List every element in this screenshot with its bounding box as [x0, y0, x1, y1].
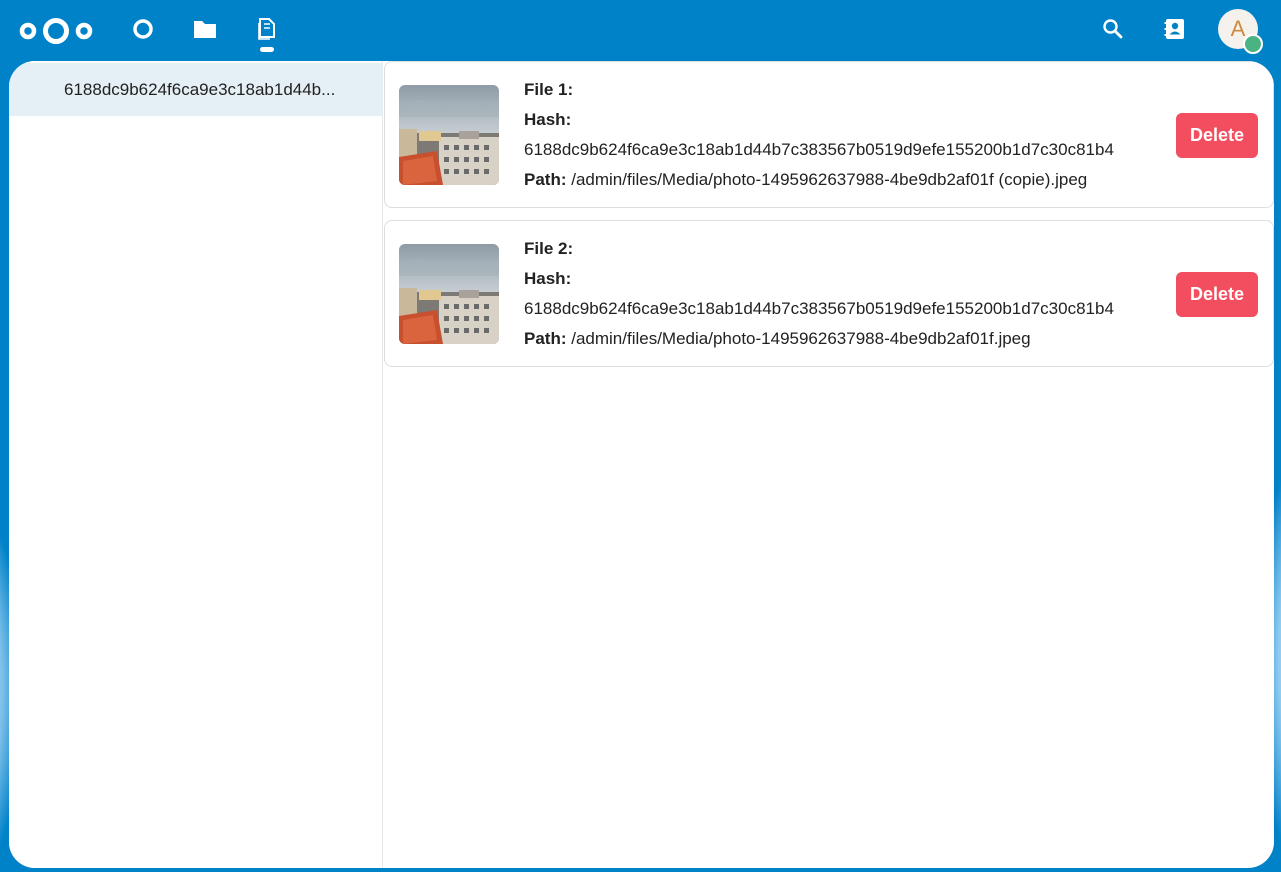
hash-value: 6188dc9b624f6ca9e3c18ab1d44b7c383567b051…: [524, 299, 1114, 318]
file-info: File 2: Hash: 6188dc9b624f6ca9e3c18ab1d4…: [524, 234, 1114, 354]
search-icon[interactable]: [1100, 16, 1126, 42]
delete-button[interactable]: Delete: [1176, 272, 1258, 317]
file-title: File 1:: [524, 80, 574, 99]
path-value: /admin/files/Media/photo-1495962637988-4…: [566, 170, 1088, 189]
active-app-indicator: [260, 47, 274, 52]
path-label: Path:: [524, 329, 567, 348]
online-status-badge: [1243, 34, 1263, 54]
nextcloud-logo-icon[interactable]: [18, 16, 94, 46]
file-card: File 1: Hash: 6188dc9b624f6ca9e3c18ab1d4…: [384, 61, 1274, 208]
path-value: /admin/files/Media/photo-1495962637988-4…: [566, 329, 1031, 348]
file-thumbnail[interactable]: [399, 244, 499, 344]
file-info: File 1: Hash: 6188dc9b624f6ca9e3c18ab1d4…: [524, 75, 1114, 195]
avatar-initial: A: [1230, 16, 1246, 41]
hash-label: Hash:: [524, 269, 572, 288]
file-thumbnail[interactable]: [399, 85, 499, 185]
top-header: A: [0, 0, 1281, 60]
sidebar-item-label: 6188dc9b624f6ca9e3c18ab1d44b...: [64, 79, 336, 99]
sidebar: 6188dc9b624f6ca9e3c18ab1d44b...: [9, 61, 383, 868]
hash-value: 6188dc9b624f6ca9e3c18ab1d44b7c383567b051…: [524, 140, 1114, 159]
file-title: File 2:: [524, 239, 574, 258]
path-label: Path:: [524, 170, 567, 189]
folder-icon[interactable]: [192, 16, 218, 42]
hash-label: Hash:: [524, 110, 572, 129]
delete-button[interactable]: Delete: [1176, 113, 1258, 158]
main-content: File 1: Hash: 6188dc9b624f6ca9e3c18ab1d4…: [384, 61, 1274, 868]
file-card: File 2: Hash: 6188dc9b624f6ca9e3c18ab1d4…: [384, 220, 1274, 367]
sidebar-item-duplicate-hash[interactable]: 6188dc9b624f6ca9e3c18ab1d44b...: [9, 63, 383, 116]
contacts-icon[interactable]: [1162, 16, 1188, 42]
dashboard-icon[interactable]: [130, 16, 156, 42]
app-content-frame: 6188dc9b624f6ca9e3c18ab1d44b... File 1: …: [9, 61, 1274, 868]
duplicate-files-icon[interactable]: [254, 16, 280, 42]
